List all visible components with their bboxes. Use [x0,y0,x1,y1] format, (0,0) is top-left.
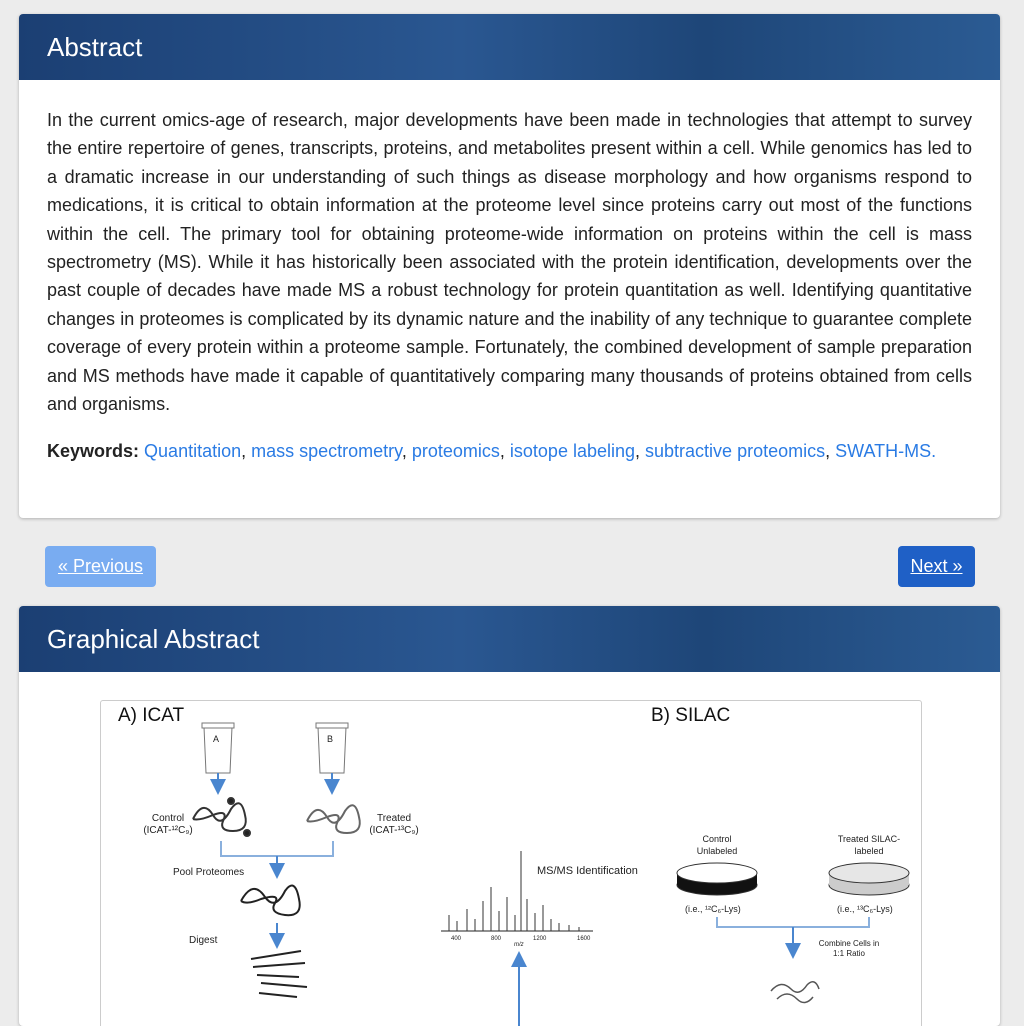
keywords-line: Keywords: Quantitation, mass spectrometr… [47,441,937,462]
msms-label: MS/MS Identification [537,865,638,877]
control-label: Control (ICAT-¹²C₉) [143,813,193,836]
keyword-link-proteomics[interactable]: proteomics [412,441,500,461]
previous-button[interactable]: « Previous [45,546,156,587]
silac-treated-isotope: (i.e., ¹³C₆-Lys) [837,904,893,914]
graphical-abstract-card: Graphical Abstract A) ICAT B) SILAC A B … [19,606,1000,1026]
mz-tick-1200: 1200 [533,936,547,942]
treated-dish-icon [828,862,910,896]
pooled-protein-icon [240,884,301,917]
tube-a-icon [201,722,235,774]
combined-cells-icon [770,981,820,1004]
panel-b-title: B) SILAC [651,705,731,726]
abstract-title: Abstract [47,31,143,62]
tube-b-icon [315,722,349,774]
digest-label: Digest [189,935,218,946]
treated-label: Treated (ICAT-¹³C₉) [369,813,419,836]
abstract-header: Abstract [19,14,1000,80]
keyword-link-mass-spectrometry[interactable]: mass spectrometry [251,441,402,461]
abstract-text: In the current omics-age of research, ma… [47,110,972,415]
mz-tick-1600: 1600 [577,936,591,942]
mz-tick-400: 400 [451,936,462,942]
keyword-link-subtractive-proteomics[interactable]: subtractive proteomics [645,441,825,461]
tube-a-label: A [213,734,220,744]
combine-label: Combine Cells in 1:1 Ratio [818,939,880,958]
tube-b-label: B [327,734,334,744]
mass-spectrum-icon [441,851,593,932]
silac-treated-label: Treated SILAC-labeled [837,834,901,856]
abstract-body: In the current omics-age of research, ma… [19,80,1000,464]
next-button[interactable]: Next » [898,546,975,587]
control-protein-icon [192,797,251,837]
graphical-abstract-header: Graphical Abstract [19,606,1000,672]
graphical-abstract-figure: A) ICAT B) SILAC A B Control (ICAT-¹²C₉)… [100,700,922,1026]
silac-control-isotope: (i.e., ¹²C₆-Lys) [685,904,741,914]
keyword-link-swath-ms[interactable]: SWATH-MS [835,441,931,461]
pool-label: Pool Proteomes [173,867,245,878]
figure-drawing [192,722,910,1026]
mz-axis-label: m/z [514,942,524,948]
abstract-card: Abstract In the current omics-age of res… [19,14,1000,518]
keywords-label: Keywords: [47,441,140,462]
graphical-abstract-title: Graphical Abstract [47,623,260,654]
digested-peptides-icon [250,950,308,998]
keyword-link-quantitation[interactable]: Quantitation [144,441,241,461]
panel-a-title: A) ICAT [118,705,185,726]
control-dish-icon [676,862,758,896]
mz-tick-800: 800 [491,936,502,942]
keyword-link-isotope-labeling[interactable]: isotope labeling [510,441,635,461]
silac-control-label: Control Unlabeled [696,834,738,856]
treated-protein-icon [306,804,361,835]
